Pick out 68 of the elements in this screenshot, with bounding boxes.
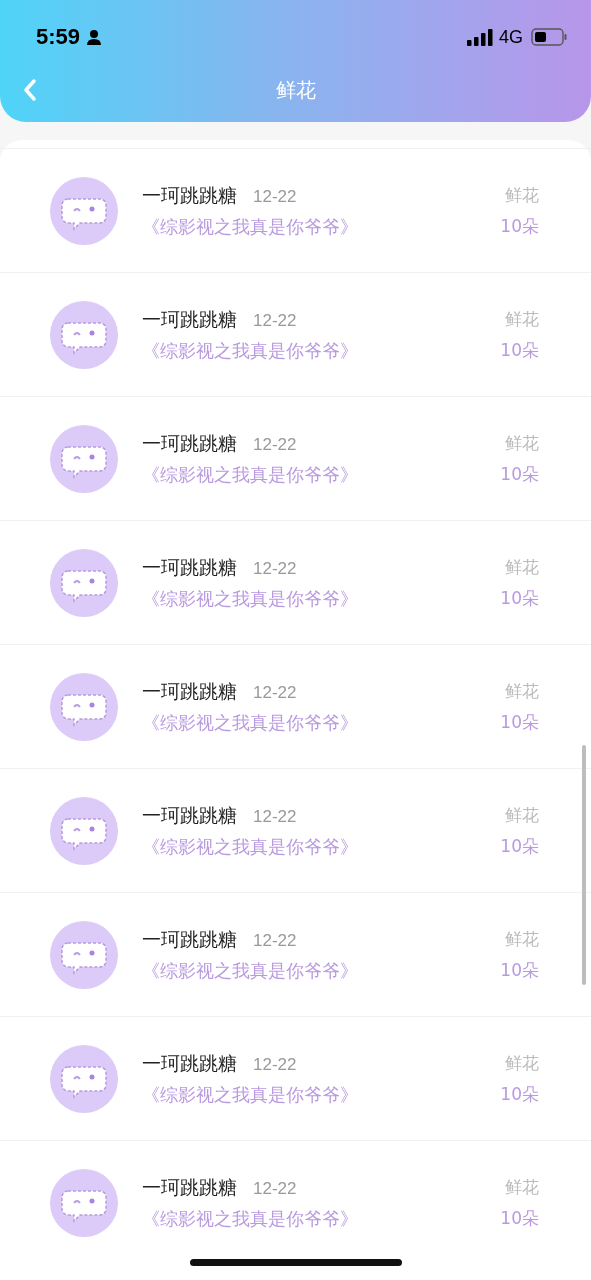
flower-record-row[interactable]: 一珂跳跳糖 12-22 《综影视之我真是你爷爷》 鲜花 10朵 [0, 892, 591, 1016]
flower-record-row[interactable]: 一珂跳跳糖 12-22 《综影视之我真是你爷爷》 鲜花 10朵 [0, 272, 591, 396]
gift-amount: 10朵 [500, 710, 539, 734]
gift-amount: 10朵 [500, 834, 539, 858]
gift-label: 鲜花 [505, 183, 539, 207]
record-date: 12-22 [253, 310, 297, 331]
record-date: 12-22 [253, 558, 297, 579]
flower-record-row[interactable]: 一珂跳跳糖 12-22 《综影视之我真是你爷爷》 鲜花 10朵 [0, 520, 591, 644]
gift-amount: 10朵 [500, 214, 539, 238]
gift-amount: 10朵 [500, 338, 539, 362]
record-date: 12-22 [253, 682, 297, 703]
gift-label: 鲜花 [505, 555, 539, 579]
avatar-icon [50, 796, 118, 865]
user-name: 一珂跳跳糖 [142, 554, 237, 580]
avatar-icon [50, 1044, 118, 1113]
book-title: 《综影视之我真是你爷爷》 [142, 586, 359, 611]
avatar-icon [50, 548, 118, 617]
record-date: 12-22 [253, 930, 297, 951]
record-date: 12-22 [253, 1054, 297, 1075]
user-name: 一珂跳跳糖 [142, 1174, 237, 1200]
user-name: 一珂跳跳糖 [142, 802, 237, 828]
book-title: 《综影视之我真是你爷爷》 [142, 1206, 359, 1231]
gift-label: 鲜花 [505, 927, 539, 951]
book-title: 《综影视之我真是你爷爷》 [142, 1082, 359, 1107]
record-date: 12-22 [253, 186, 297, 207]
gift-label: 鲜花 [505, 679, 539, 703]
person-icon [86, 29, 103, 45]
status-time: 5:59 [36, 24, 81, 50]
avatar-icon [50, 300, 118, 369]
user-name: 一珂跳跳糖 [142, 1050, 237, 1076]
gift-label: 鲜花 [505, 307, 539, 331]
user-name: 一珂跳跳糖 [142, 678, 237, 704]
book-title: 《综影视之我真是你爷爷》 [142, 834, 359, 859]
avatar-icon [50, 672, 118, 741]
gift-amount: 10朵 [500, 1082, 539, 1106]
record-date: 12-22 [253, 1178, 297, 1199]
avatar-icon [50, 1168, 118, 1237]
flower-record-row[interactable]: 一珂跳跳糖 12-22 《综影视之我真是你爷爷》 鲜花 10朵 [0, 396, 591, 520]
gift-label: 鲜花 [505, 431, 539, 455]
gift-amount: 10朵 [500, 586, 539, 610]
gift-amount: 10朵 [500, 462, 539, 486]
back-icon [22, 78, 38, 102]
battery-icon [531, 28, 567, 46]
book-title: 《综影视之我真是你爷爷》 [142, 710, 359, 735]
gift-label: 鲜花 [505, 1175, 539, 1199]
user-name: 一珂跳跳糖 [142, 306, 237, 332]
user-name: 一珂跳跳糖 [142, 926, 237, 952]
signal-icon [467, 28, 493, 46]
record-date: 12-22 [253, 806, 297, 827]
avatar-icon [50, 424, 118, 493]
avatar-icon [50, 176, 118, 245]
gift-amount: 10朵 [500, 958, 539, 982]
book-title: 《综影视之我真是你爷爷》 [142, 958, 359, 983]
record-date: 12-22 [253, 434, 297, 455]
page-title: 鲜花 [275, 76, 316, 104]
book-title: 《综影视之我真是你爷爷》 [142, 214, 359, 239]
network-label: 4G [499, 26, 523, 48]
gift-label: 鲜花 [505, 1051, 539, 1075]
gift-amount: 10朵 [500, 1206, 539, 1230]
flower-record-row[interactable]: 一珂跳跳糖 12-22 《综影视之我真是你爷爷》 鲜花 10朵 [0, 1016, 591, 1140]
user-name: 一珂跳跳糖 [142, 182, 237, 208]
user-name: 一珂跳跳糖 [142, 430, 237, 456]
book-title: 《综影视之我真是你爷爷》 [142, 338, 359, 363]
gift-label: 鲜花 [505, 803, 539, 827]
flower-record-row[interactable]: 一珂跳跳糖 12-22 《综影视之我真是你爷爷》 鲜花 10朵 [0, 148, 591, 272]
avatar-icon [50, 920, 118, 989]
book-title: 《综影视之我真是你爷爷》 [142, 462, 359, 487]
flower-record-row[interactable]: 一珂跳跳糖 12-22 《综影视之我真是你爷爷》 鲜花 10朵 [0, 644, 591, 768]
